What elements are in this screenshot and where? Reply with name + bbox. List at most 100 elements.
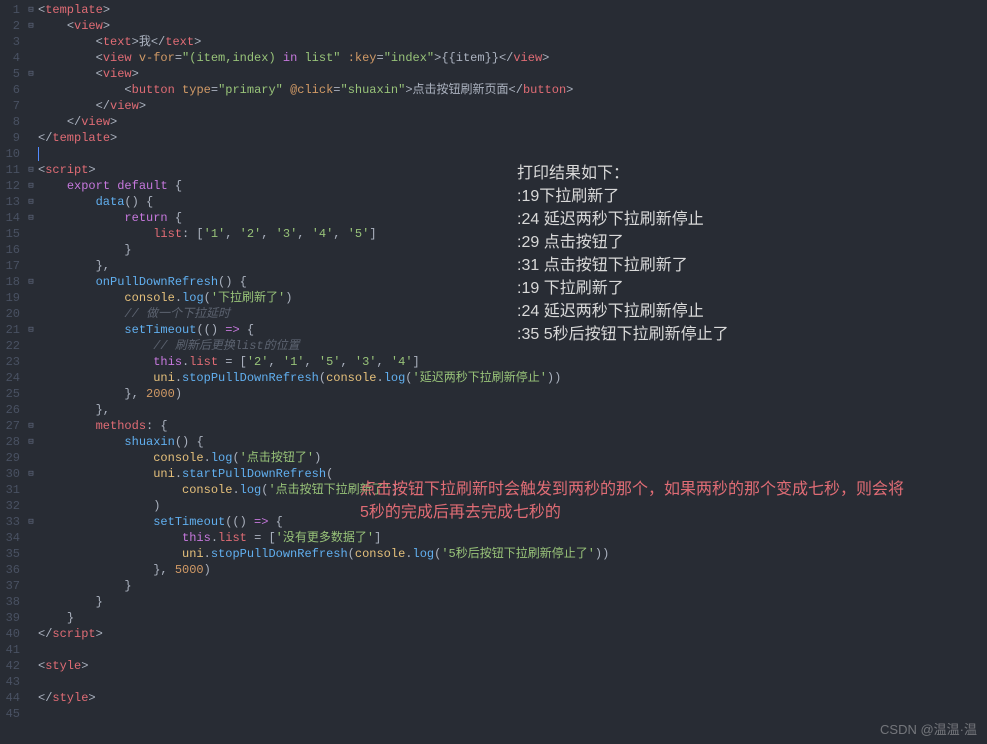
line-number: 41 xyxy=(0,642,20,658)
line-number: 21 xyxy=(0,322,20,338)
code-line[interactable]: methods: { xyxy=(38,418,987,434)
code-line[interactable]: setTimeout(() => { xyxy=(38,322,987,338)
code-line[interactable]: list: ['1', '2', '3', '4', '5'] xyxy=(38,226,987,242)
code-line[interactable]: <style> xyxy=(38,658,987,674)
fold-toggle-icon xyxy=(24,98,38,114)
code-line[interactable] xyxy=(38,146,987,162)
line-number: 45 xyxy=(0,706,20,722)
code-line[interactable]: shuaxin() { xyxy=(38,434,987,450)
code-line[interactable]: // 刷新后更换list的位置 xyxy=(38,338,987,354)
fold-toggle-icon[interactable]: ⊟ xyxy=(24,514,38,530)
line-number: 20 xyxy=(0,306,20,322)
fold-toggle-icon[interactable]: ⊟ xyxy=(24,210,38,226)
line-number: 13 xyxy=(0,194,20,210)
line-number: 33 xyxy=(0,514,20,530)
line-number: 5 xyxy=(0,66,20,82)
line-number: 10 xyxy=(0,146,20,162)
code-line[interactable]: console.log('下拉刷新了') xyxy=(38,290,987,306)
fold-toggle-icon xyxy=(24,706,38,722)
code-line[interactable]: this.list = ['2', '1', '5', '3', '4'] xyxy=(38,354,987,370)
fold-toggle-icon xyxy=(24,642,38,658)
code-line[interactable]: <view v-for="(item,index) in list" :key=… xyxy=(38,50,987,66)
code-line[interactable]: <view> xyxy=(38,66,987,82)
line-number: 24 xyxy=(0,370,20,386)
code-area[interactable]: <template> <view> <text>我</text> <view v… xyxy=(38,0,987,744)
code-line[interactable]: }, 2000) xyxy=(38,386,987,402)
fold-toggle-icon[interactable]: ⊟ xyxy=(24,466,38,482)
line-number: 6 xyxy=(0,82,20,98)
code-line[interactable]: <button type="primary" @click="shuaxin">… xyxy=(38,82,987,98)
fold-toggle-icon xyxy=(24,354,38,370)
fold-toggle-icon[interactable]: ⊟ xyxy=(24,18,38,34)
code-line[interactable]: } xyxy=(38,242,987,258)
fold-toggle-icon xyxy=(24,658,38,674)
line-number: 39 xyxy=(0,610,20,626)
code-line[interactable]: } xyxy=(38,578,987,594)
code-line[interactable]: <template> xyxy=(38,2,987,18)
code-line[interactable]: }, xyxy=(38,258,987,274)
line-number: 34 xyxy=(0,530,20,546)
fold-toggle-icon xyxy=(24,306,38,322)
line-gutter: 1234567891011121314151617181920212223242… xyxy=(0,0,24,744)
code-line[interactable]: export default { xyxy=(38,178,987,194)
fold-toggle-icon xyxy=(24,130,38,146)
code-line[interactable] xyxy=(38,706,987,722)
fold-toggle-icon xyxy=(24,290,38,306)
code-editor[interactable]: 1234567891011121314151617181920212223242… xyxy=(0,0,987,744)
code-line[interactable]: </template> xyxy=(38,130,987,146)
code-line[interactable]: console.log('点击按钮了') xyxy=(38,450,987,466)
line-number: 44 xyxy=(0,690,20,706)
fold-toggle-icon[interactable]: ⊟ xyxy=(24,322,38,338)
fold-toggle-icon xyxy=(24,562,38,578)
line-number: 17 xyxy=(0,258,20,274)
output-line: :31 点击按钮下拉刷新了 xyxy=(517,254,729,277)
fold-toggle-icon xyxy=(24,226,38,242)
fold-toggle-icon[interactable]: ⊟ xyxy=(24,418,38,434)
code-line[interactable] xyxy=(38,642,987,658)
fold-toggle-icon xyxy=(24,578,38,594)
code-line[interactable]: }, 5000) xyxy=(38,562,987,578)
line-number: 28 xyxy=(0,434,20,450)
line-number: 15 xyxy=(0,226,20,242)
code-line[interactable]: } xyxy=(38,594,987,610)
line-number: 11 xyxy=(0,162,20,178)
code-line[interactable]: this.list = ['没有更多数据了'] xyxy=(38,530,987,546)
code-line[interactable]: </script> xyxy=(38,626,987,642)
fold-toggle-icon[interactable]: ⊟ xyxy=(24,162,38,178)
line-number: 27 xyxy=(0,418,20,434)
code-line[interactable]: <text>我</text> xyxy=(38,34,987,50)
fold-toggle-icon[interactable]: ⊟ xyxy=(24,178,38,194)
code-line[interactable]: // 做一个下拉延时 xyxy=(38,306,987,322)
code-line[interactable]: }, xyxy=(38,402,987,418)
code-line[interactable]: uni.stopPullDownRefresh(console.log('延迟两… xyxy=(38,370,987,386)
code-line[interactable]: </style> xyxy=(38,690,987,706)
fold-column[interactable]: ⊟⊟⊟⊟⊟⊟⊟⊟⊟⊟⊟⊟⊟ xyxy=(24,0,38,744)
line-number: 9 xyxy=(0,130,20,146)
line-number: 19 xyxy=(0,290,20,306)
fold-toggle-icon[interactable]: ⊟ xyxy=(24,274,38,290)
code-line[interactable]: data() { xyxy=(38,194,987,210)
line-number: 2 xyxy=(0,18,20,34)
fold-toggle-icon[interactable]: ⊟ xyxy=(24,2,38,18)
code-line[interactable]: <script> xyxy=(38,162,987,178)
code-line[interactable]: return { xyxy=(38,210,987,226)
code-line[interactable]: } xyxy=(38,610,987,626)
fold-toggle-icon xyxy=(24,370,38,386)
line-number: 31 xyxy=(0,482,20,498)
line-number: 42 xyxy=(0,658,20,674)
annotation-text: 点击按钮下拉刷新时会触发到两秒的那个，如果两秒的那个变成七秒，则会将 5秒的完成… xyxy=(360,478,904,524)
code-line[interactable]: </view> xyxy=(38,114,987,130)
code-line[interactable]: </view> xyxy=(38,98,987,114)
fold-toggle-icon[interactable]: ⊟ xyxy=(24,66,38,82)
fold-toggle-icon[interactable]: ⊟ xyxy=(24,194,38,210)
line-number: 3 xyxy=(0,34,20,50)
line-number: 26 xyxy=(0,402,20,418)
code-line[interactable] xyxy=(38,674,987,690)
fold-toggle-icon[interactable]: ⊟ xyxy=(24,434,38,450)
code-line[interactable]: uni.stopPullDownRefresh(console.log('5秒后… xyxy=(38,546,987,562)
code-line[interactable]: onPullDownRefresh() { xyxy=(38,274,987,290)
line-number: 16 xyxy=(0,242,20,258)
fold-toggle-icon xyxy=(24,386,38,402)
fold-toggle-icon xyxy=(24,146,38,162)
code-line[interactable]: <view> xyxy=(38,18,987,34)
